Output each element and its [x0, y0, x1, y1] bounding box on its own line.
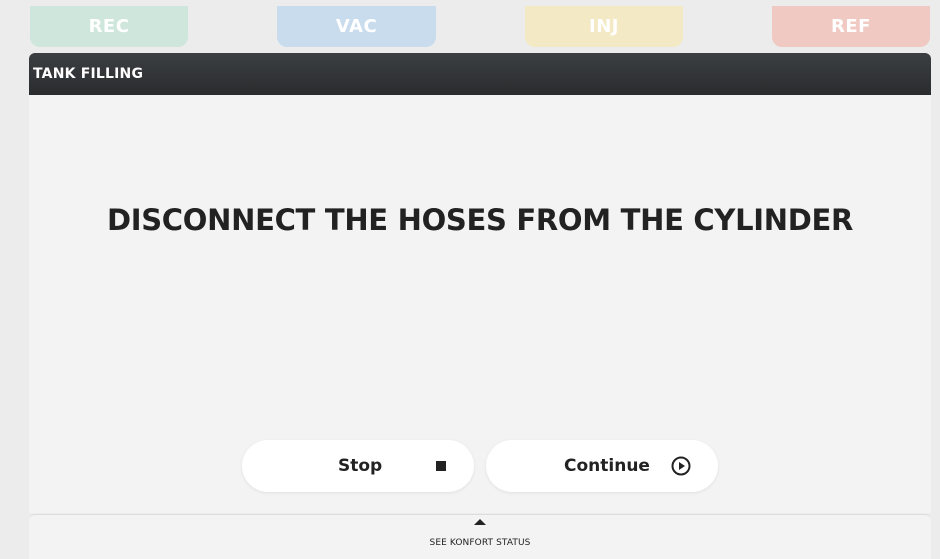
konfort-status-drawer[interactable]: SEE KONFORT STATUS — [29, 514, 931, 559]
caret-up-icon — [474, 519, 486, 525]
mode-tab-inj[interactable]: INJ — [525, 6, 683, 47]
mode-tab-vac-label: VAC — [335, 16, 378, 37]
mode-tab-inj-label: INJ — [589, 16, 619, 37]
stop-icon — [436, 461, 446, 471]
mode-tab-ref-label: REF — [831, 16, 871, 37]
stop-button-label: Stop — [338, 456, 383, 476]
continue-button-label: Continue — [564, 456, 650, 476]
konfort-status-label: SEE KONFORT STATUS — [429, 538, 531, 548]
instruction-message: DISCONNECT THE HOSES FROM THE CYLINDER — [106, 203, 854, 237]
mode-tab-ref[interactable]: REF — [772, 6, 930, 47]
panel-title: TANK FILLING — [33, 66, 144, 82]
tank-filling-panel: TANK FILLING DISCONNECT THE HOSES FROM T… — [29, 53, 931, 513]
stop-button[interactable]: Stop — [242, 440, 474, 492]
panel-header: TANK FILLING — [29, 53, 931, 95]
play-circle-icon — [671, 456, 691, 476]
mode-tab-rec-label: REC — [88, 16, 130, 37]
mode-tab-rec[interactable]: REC — [30, 6, 188, 47]
mode-tab-vac[interactable]: VAC — [277, 6, 436, 47]
continue-button[interactable]: Continue — [486, 440, 718, 492]
app-screen: REC VAC INJ REF TANK FILLING DISCONNECT … — [0, 0, 940, 559]
